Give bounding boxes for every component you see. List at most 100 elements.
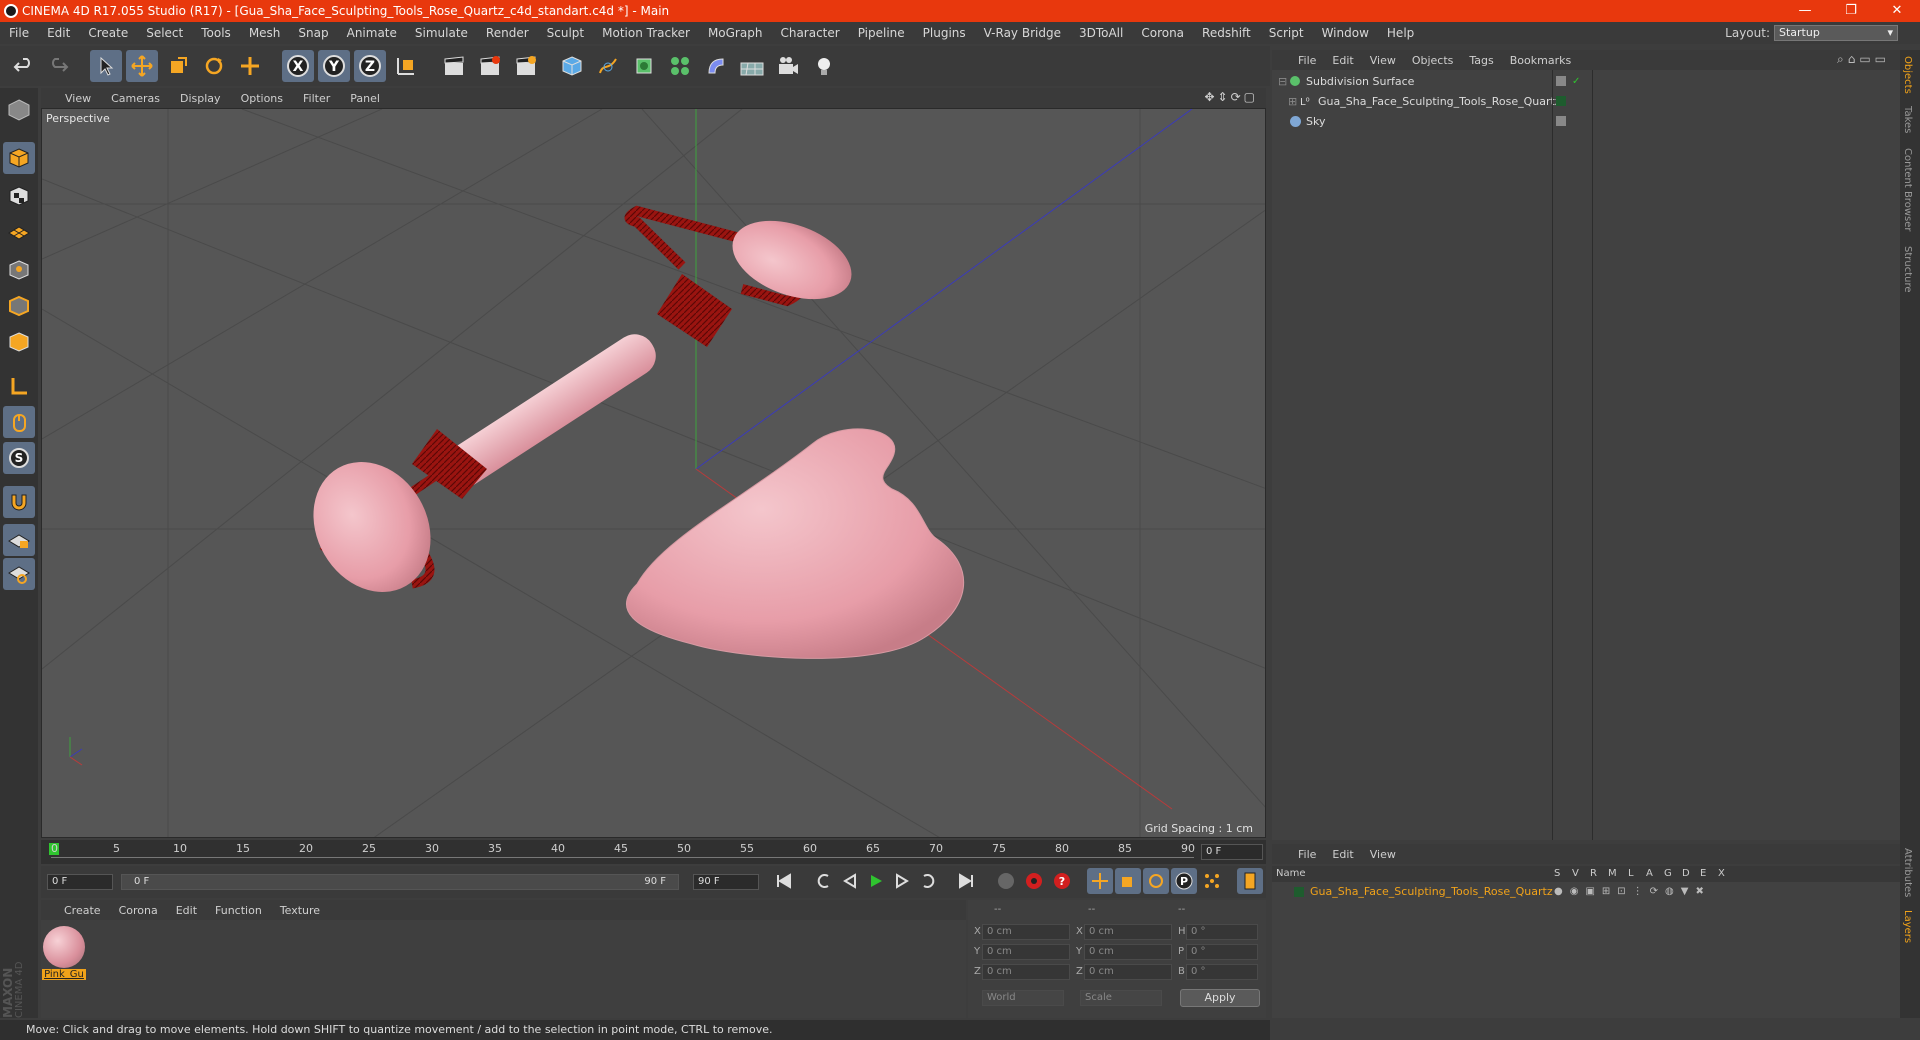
material-swatch[interactable]: Pink_Gu [42,926,86,986]
menu-vray-bridge[interactable]: V-Ray Bridge [975,26,1070,40]
rotation-h-field[interactable]: 0 ° [1186,924,1258,940]
render-to-picture-viewer-button[interactable] [474,50,506,82]
workplane-mode-button[interactable] [3,216,35,248]
menu-help[interactable]: Help [1378,26,1423,40]
coordinate-mode-select[interactable]: World [982,990,1064,1006]
menu-file[interactable]: File [0,26,38,40]
position-y-field[interactable]: 0 cm [982,944,1070,960]
tab-objects[interactable]: Objects [1902,56,1913,94]
timeline-ruler[interactable]: 0 5 10 15 20 25 30 35 40 45 50 55 60 65 … [41,840,1266,864]
menu-create[interactable]: Create [79,26,137,40]
position-x-field[interactable]: 0 cm [982,924,1070,940]
object-menu-file[interactable]: File [1290,54,1324,67]
key-scale-button[interactable] [1115,868,1141,894]
tab-content-browser[interactable]: Content Browser [1902,148,1913,231]
object-row[interactable]: Sky [1272,112,1900,131]
viewport-menu-filter[interactable]: Filter [293,92,340,105]
rotation-b-field[interactable]: 0 ° [1186,964,1258,980]
menu-window[interactable]: Window [1313,26,1378,40]
menu-script[interactable]: Script [1260,26,1313,40]
record-button[interactable] [1021,868,1047,894]
add-spline-button[interactable] [592,50,624,82]
size-z-field[interactable]: 0 cm [1084,964,1172,980]
layer-row[interactable]: Gua_Sha_Face_Sculpting_Tools_Rose_Quartz… [1272,882,1900,901]
key-rotation-button[interactable] [1143,868,1169,894]
column-view[interactable]: V [1572,868,1579,879]
play-button[interactable] [863,868,889,894]
points-mode-button[interactable] [3,254,35,286]
size-x-field[interactable]: 0 cm [1084,924,1172,940]
viewport-menu-options[interactable]: Options [231,92,293,105]
solo-button[interactable]: S [3,442,35,474]
add-deformer-button[interactable] [700,50,732,82]
layer-color-swatch[interactable] [1294,887,1304,897]
current-frame-field[interactable]: 0 F [1201,844,1263,860]
preview-range-slider[interactable]: 0 F 90 F [121,874,679,890]
texture-mode-button[interactable] [3,180,35,212]
column-deformers[interactable]: D [1682,868,1690,879]
menu-simulate[interactable]: Simulate [406,26,477,40]
apply-button[interactable]: Apply [1180,989,1260,1007]
menu-pipeline[interactable]: Pipeline [849,26,914,40]
undo-button[interactable] [8,50,40,82]
render-settings-button[interactable] [510,50,542,82]
snap-button[interactable] [3,486,35,518]
workplane-snap-button[interactable] [3,558,35,590]
object-menu-view[interactable]: View [1362,54,1404,67]
collapse-icon[interactable]: ⊟ [1278,72,1287,91]
layer-menu-file[interactable]: File [1290,848,1324,861]
3d-viewport[interactable]: Perspective Grid Spacing : 1 cm [41,108,1266,838]
tab-takes[interactable]: Takes [1902,106,1913,133]
column-divider[interactable] [1592,70,1593,840]
add-subdivision-button[interactable] [628,50,660,82]
tab-attributes[interactable]: Attributes [1902,848,1913,897]
column-xref[interactable]: X [1718,868,1725,879]
menu-sculpt[interactable]: Sculpt [538,26,593,40]
add-environment-button[interactable] [736,50,768,82]
object-manager-icons[interactable]: ⌕⌂▭▭ [1837,52,1890,67]
column-render[interactable]: R [1590,868,1597,879]
expand-icon[interactable]: ⊞ [1288,92,1297,111]
column-name[interactable]: Name [1276,868,1306,879]
column-locked[interactable]: L [1628,868,1634,879]
restore-button[interactable]: ❐ [1828,0,1874,22]
coordinate-system-button[interactable] [390,50,422,82]
layer-menu-edit[interactable]: Edit [1324,848,1361,861]
add-camera-button[interactable] [772,50,804,82]
rotation-p-field[interactable]: 0 ° [1186,944,1258,960]
object-menu-objects[interactable]: Objects [1404,54,1462,67]
tab-structure[interactable]: Structure [1902,246,1913,293]
timeline-window-button[interactable] [1237,868,1263,894]
key-parameter-button[interactable]: P [1171,868,1197,894]
key-pla-button[interactable] [1199,868,1225,894]
add-light-button[interactable] [808,50,840,82]
material-menu-edit[interactable]: Edit [167,904,206,917]
menu-render[interactable]: Render [477,26,538,40]
tweak-mode-button[interactable] [3,406,35,438]
add-cube-button[interactable] [556,50,588,82]
close-button[interactable]: ✕ [1874,0,1920,22]
editor-visibility-icon[interactable] [1556,116,1566,126]
z-axis-lock-button[interactable]: Z [354,50,386,82]
object-menu-edit[interactable]: Edit [1324,54,1361,67]
edges-mode-button[interactable] [3,290,35,322]
size-y-field[interactable]: 0 cm [1084,944,1172,960]
layer-color-icon[interactable] [1556,96,1566,106]
size-mode-select[interactable]: Scale [1080,990,1162,1006]
layout-select[interactable]: Startup ▾ [1774,25,1898,41]
viewport-menu-cameras[interactable]: Cameras [101,92,170,105]
start-frame-field[interactable]: 0 F [47,874,113,890]
layer-toggle-icons[interactable]: ●◉▣⊞⊡⋮⟳◍▼✖ [1554,882,1711,901]
workplane-lock-button[interactable] [3,524,35,556]
enabled-check-icon[interactable]: ✓ [1572,72,1580,91]
model-mode-button[interactable] [3,142,35,174]
menu-select[interactable]: Select [137,26,192,40]
viewport-menu-view[interactable]: View [55,92,101,105]
column-solo[interactable]: S [1554,868,1560,879]
prev-frame-button[interactable] [837,868,863,894]
viewport-menu-panel[interactable]: Panel [340,92,390,105]
menu-snap[interactable]: Snap [289,26,337,40]
object-row[interactable]: ⊞ L⁰ Gua_Sha_Face_Sculpting_Tools_Rose_Q… [1272,92,1900,111]
rotate-tool-button[interactable] [198,50,230,82]
add-mograph-button[interactable] [664,50,696,82]
